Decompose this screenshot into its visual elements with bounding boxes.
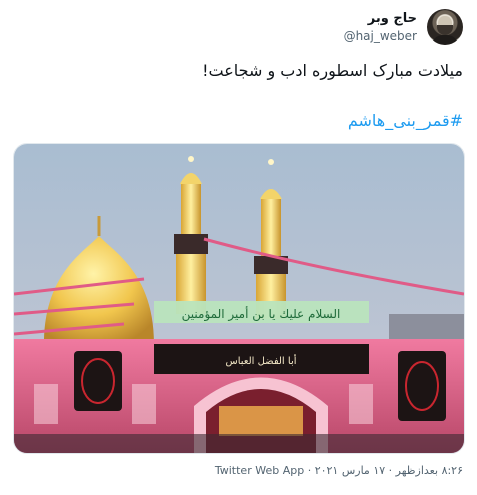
avatar-beard: [437, 25, 453, 35]
author-handle[interactable]: @haj_weber: [344, 29, 417, 43]
shrine-photo: السلام عليك يا بن أمير المؤمنين أبا الفض…: [14, 144, 464, 453]
timestamp[interactable]: ۸:۲۶ بعدازظهر · ۱۷ مارس ۲۰۲۱: [315, 464, 463, 477]
svg-text:السلام عليك يا بن أمير المؤمني: السلام عليك يا بن أمير المؤمنين: [182, 306, 341, 322]
tweet-card: حاج وبر @haj_weber میلادت مبارک اسطوره ا…: [0, 0, 477, 495]
avatar-body: [431, 35, 459, 45]
tweet-image[interactable]: السلام عليك يا بن أمير المؤمنين أبا الفض…: [13, 143, 465, 454]
green-banner: السلام عليك يا بن أمير المؤمنين: [154, 301, 369, 323]
meta-separator: ·: [304, 464, 315, 477]
hashtag-link[interactable]: #قمر_بنی_هاشم: [348, 111, 463, 130]
author-name[interactable]: حاج وبر: [368, 11, 417, 26]
avatar[interactable]: [427, 9, 463, 45]
inscription-text: أبا الفضل العباس: [225, 354, 296, 367]
source-link[interactable]: Twitter Web App: [215, 464, 304, 477]
tweet-meta: ۸:۲۶ بعدازظهر · ۱۷ مارس ۲۰۲۱ · Twitter W…: [215, 464, 463, 477]
tweet-text: میلادت مبارک اسطوره ادب و شجاعت!: [202, 61, 463, 80]
